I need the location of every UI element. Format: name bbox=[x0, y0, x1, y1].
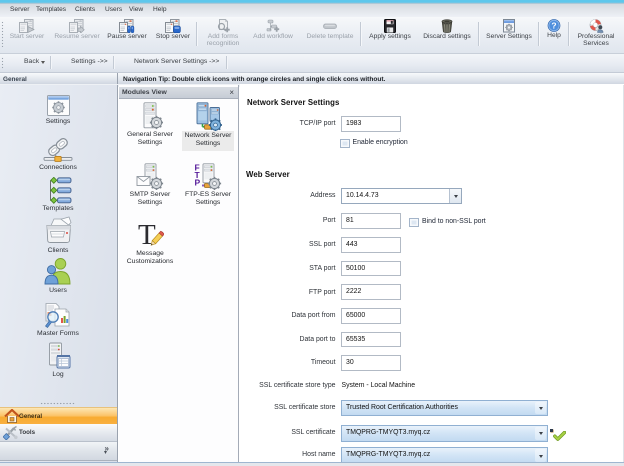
svg-text:P: P bbox=[195, 178, 201, 188]
svg-text:?: ? bbox=[551, 20, 556, 30]
